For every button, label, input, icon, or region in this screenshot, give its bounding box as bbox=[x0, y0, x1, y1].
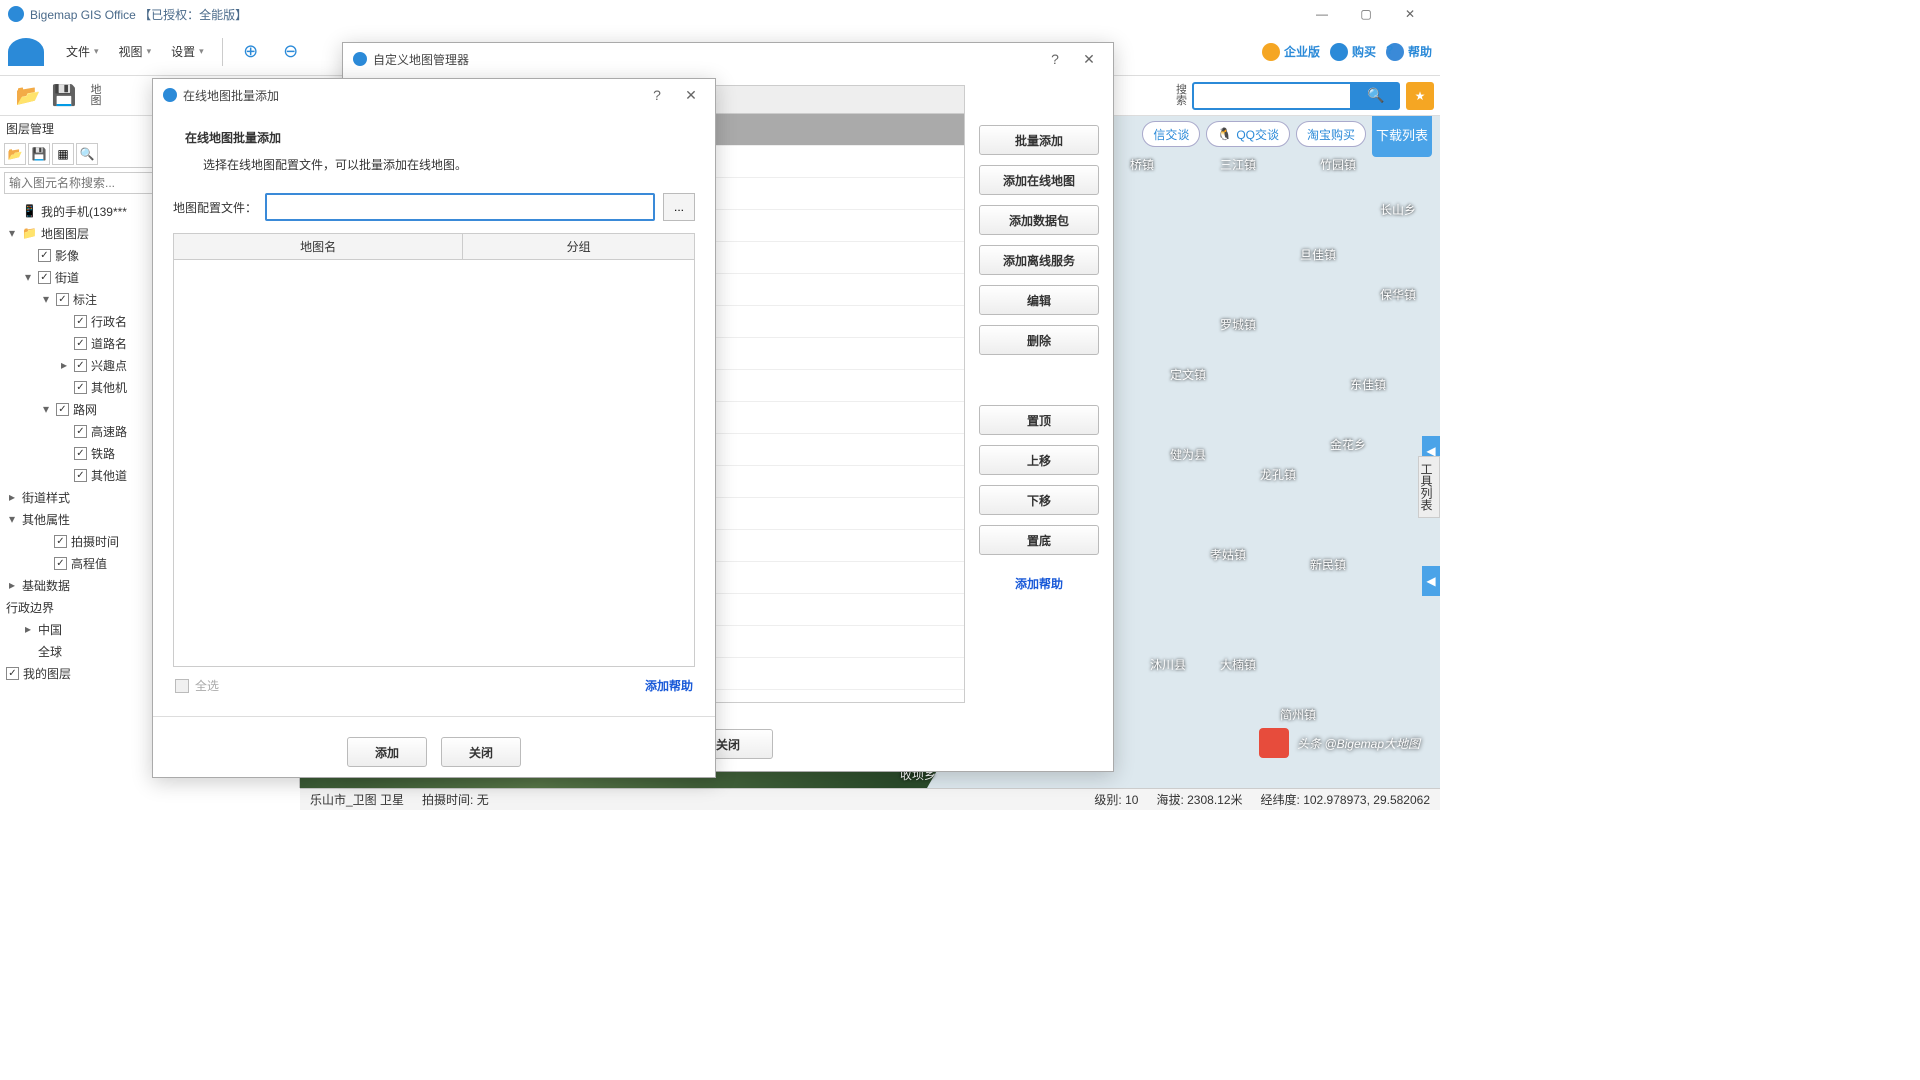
status-altitude: 海拔: 2308.12米 bbox=[1156, 791, 1242, 808]
wechat-button[interactable]: 信交谈 bbox=[1142, 121, 1200, 147]
col-group: 分组 bbox=[463, 234, 694, 259]
save-tool-icon[interactable]: 💾 bbox=[28, 143, 50, 165]
search-input[interactable] bbox=[1192, 82, 1352, 110]
add-offline-button[interactable]: 添加离线服务 bbox=[979, 245, 1099, 275]
brand-logo-icon bbox=[8, 38, 44, 66]
collapse-arrow-icon-2[interactable]: ◀ bbox=[1422, 566, 1440, 596]
map-place-label: 沐川县 bbox=[1150, 656, 1186, 673]
map-place-label: 罗城镇 bbox=[1220, 316, 1256, 333]
favorite-button[interactable]: ★ bbox=[1406, 82, 1434, 110]
app-logo-icon bbox=[8, 6, 24, 22]
dialog-logo-icon bbox=[163, 88, 177, 102]
add-online-button[interactable]: 添加在线地图 bbox=[979, 165, 1099, 195]
add-confirm-button[interactable]: 添加 bbox=[347, 737, 427, 767]
tool-list-tab[interactable]: 工具列表 bbox=[1418, 456, 1440, 518]
map-place-label: 桥镇 bbox=[1130, 156, 1154, 173]
minimize-button[interactable]: ― bbox=[1300, 0, 1344, 28]
move-down-button[interactable]: 下移 bbox=[979, 485, 1099, 515]
add-help-link[interactable]: 添加帮助 bbox=[645, 677, 693, 694]
move-top-button[interactable]: 置顶 bbox=[979, 405, 1099, 435]
batch-add-dialog: 在线地图批量添加 ? ✕ 在线地图批量添加 选择在线地图配置文件，可以批量添加在… bbox=[152, 78, 716, 778]
separator bbox=[222, 38, 223, 66]
status-bar: 乐山市_卫图 卫星 拍摄时间: 无 级别: 10 海拔: 2308.12米 经纬… bbox=[300, 788, 1440, 810]
delete-button[interactable]: 删除 bbox=[979, 325, 1099, 355]
window-title: Bigemap GIS Office 【已授权：全能版】 bbox=[30, 6, 247, 23]
status-level: 级别: 10 bbox=[1094, 791, 1138, 808]
add-heading: 在线地图批量添加 bbox=[173, 123, 695, 156]
enterprise-link[interactable]: 企业版 bbox=[1262, 43, 1320, 61]
map-place-label: 龙孔镇 bbox=[1260, 466, 1296, 483]
manager-help-link[interactable]: 添加帮助 bbox=[979, 575, 1099, 592]
menu-file[interactable]: 文件▾ bbox=[58, 39, 107, 64]
add-subtitle: 选择在线地图配置文件，可以批量添加在线地图。 bbox=[173, 156, 695, 193]
config-file-label: 地图配置文件： bbox=[173, 199, 257, 216]
add-dialog-title: 在线地图批量添加 bbox=[183, 87, 279, 104]
status-time: 拍摄时间: 无 bbox=[422, 791, 489, 808]
map-place-label: 简州镇 bbox=[1280, 706, 1316, 723]
select-all-checkbox[interactable] bbox=[175, 679, 189, 693]
map-place-label: 大楠镇 bbox=[1220, 656, 1256, 673]
close-button[interactable]: ✕ bbox=[1388, 0, 1432, 28]
map-place-label: 旦佳镇 bbox=[1300, 246, 1336, 263]
zoom-out-icon[interactable]: ⊖ bbox=[273, 34, 309, 70]
status-coords: 经纬度: 102.978973, 29.582062 bbox=[1261, 791, 1430, 808]
add-table: 地图名 分组 bbox=[173, 233, 695, 667]
taobao-button[interactable]: 淘宝购买 bbox=[1296, 121, 1366, 147]
edit-button[interactable]: 编辑 bbox=[979, 285, 1099, 315]
select-all-label: 全选 bbox=[195, 677, 219, 694]
help-link[interactable]: ?帮助 bbox=[1386, 43, 1432, 61]
map-place-label: 保华镇 bbox=[1380, 286, 1416, 303]
add-help-icon[interactable]: ? bbox=[643, 81, 671, 109]
menu-settings[interactable]: 设置▾ bbox=[163, 39, 212, 64]
search-group: 搜 索 🔍 bbox=[1176, 82, 1400, 110]
map-label: 地 图 bbox=[86, 85, 106, 107]
col-mapname: 地图名 bbox=[174, 234, 463, 259]
buy-link[interactable]: 购买 bbox=[1330, 43, 1376, 61]
batch-add-button[interactable]: 批量添加 bbox=[979, 125, 1099, 155]
map-place-label: 孝姑镇 bbox=[1210, 546, 1246, 563]
map-place-label: 长山乡 bbox=[1380, 201, 1416, 218]
manager-close-icon[interactable]: ✕ bbox=[1075, 45, 1103, 73]
map-place-label: 健为县 bbox=[1170, 446, 1206, 463]
map-place-label: 三江镇 bbox=[1220, 156, 1256, 173]
add-data-button[interactable]: 添加数据包 bbox=[979, 205, 1099, 235]
map-place-label: 金花乡 bbox=[1330, 436, 1366, 453]
add-close-icon[interactable]: ✕ bbox=[677, 81, 705, 109]
map-place-label: 竹园镇 bbox=[1320, 156, 1356, 173]
select-tool-icon[interactable]: ▦ bbox=[52, 143, 74, 165]
watermark: 头条 @Bigemap大地图 bbox=[1259, 728, 1420, 758]
zoom-in-icon[interactable]: ⊕ bbox=[233, 34, 269, 70]
move-bottom-button[interactable]: 置底 bbox=[979, 525, 1099, 555]
maximize-button[interactable]: ▢ bbox=[1344, 0, 1388, 28]
window-titlebar: Bigemap GIS Office 【已授权：全能版】 ― ▢ ✕ bbox=[0, 0, 1440, 28]
config-file-input[interactable] bbox=[265, 193, 655, 221]
menu-view[interactable]: 视图▾ bbox=[111, 39, 160, 64]
browse-button[interactable]: ... bbox=[663, 193, 695, 221]
qq-button[interactable]: 🐧QQ交谈 bbox=[1206, 121, 1290, 147]
add-close-button[interactable]: 关闭 bbox=[441, 737, 521, 767]
map-place-label: 定文镇 bbox=[1170, 366, 1206, 383]
dialog-logo-icon bbox=[353, 52, 367, 66]
open-folder-icon[interactable]: 📂 bbox=[14, 82, 42, 110]
map-place-label: 东佳镇 bbox=[1350, 376, 1386, 393]
map-place-label: 新民镇 bbox=[1310, 556, 1346, 573]
search-tool-icon[interactable]: 🔍 bbox=[76, 143, 98, 165]
open-tool-icon[interactable]: 📂 bbox=[4, 143, 26, 165]
manager-help-icon[interactable]: ? bbox=[1041, 45, 1069, 73]
search-button[interactable]: 🔍 bbox=[1352, 82, 1400, 110]
move-up-button[interactable]: 上移 bbox=[979, 445, 1099, 475]
status-location: 乐山市_卫图 卫星 bbox=[310, 791, 404, 808]
download-list-button[interactable]: 下载列表 bbox=[1372, 116, 1432, 157]
manager-title: 自定义地图管理器 bbox=[373, 51, 469, 68]
search-label: 搜 索 bbox=[1176, 85, 1192, 107]
save-icon[interactable]: 💾 bbox=[50, 82, 78, 110]
